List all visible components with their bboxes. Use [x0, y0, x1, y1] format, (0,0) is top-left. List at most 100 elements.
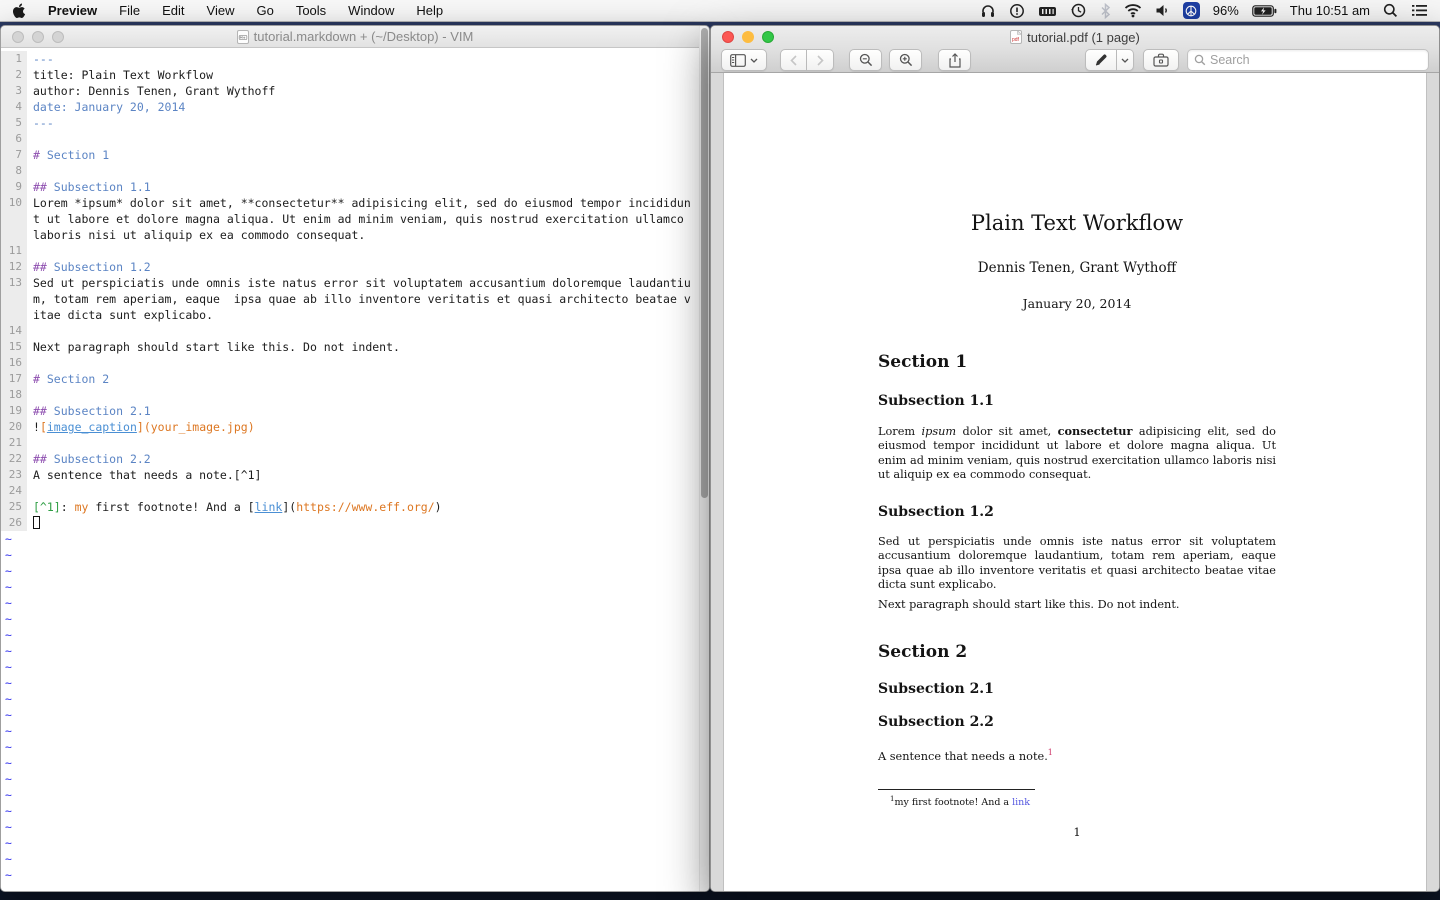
zoom-in-button[interactable]	[889, 49, 922, 71]
vim-line-number	[1, 307, 27, 323]
time-machine-icon[interactable]	[1070, 2, 1087, 19]
zoom-out-button[interactable]	[849, 49, 882, 71]
vim-scrollbar[interactable]	[699, 26, 709, 891]
back-button[interactable]	[780, 49, 807, 71]
headphones-icon[interactable]	[980, 3, 996, 19]
vim-row: 6	[1, 131, 709, 147]
minimize-button[interactable]	[32, 31, 44, 43]
alert-circle-icon[interactable]	[1009, 3, 1025, 19]
preview-title-bar[interactable]: pdf tutorial.pdf (1 page)	[711, 26, 1439, 48]
vim-row: 19## Subsection 2.1	[1, 403, 709, 419]
vim-cursor	[33, 516, 40, 529]
pdf-date: January 20, 2014	[878, 296, 1276, 311]
peace-badge-icon[interactable]	[1183, 2, 1200, 19]
volume-icon[interactable]	[1155, 3, 1170, 18]
footnote-marker[interactable]: 1	[1048, 748, 1053, 757]
share-button[interactable]	[938, 49, 971, 71]
vim-row: t ut labore et dolore magna aliqua. Ut e…	[1, 211, 709, 227]
forward-button[interactable]	[807, 49, 834, 71]
vim-row: 1---	[1, 51, 709, 67]
vim-row: 26	[1, 515, 709, 531]
menu-bar-clock[interactable]: Thu 10:51 am	[1290, 3, 1370, 18]
menu-item-help[interactable]: Help	[416, 3, 443, 18]
pdf-text-block: Plain Text Workflow Dennis Tenen, Grant …	[878, 73, 1276, 764]
vim-tilde-row: ~	[1, 531, 709, 547]
vim-line-number: 6	[1, 131, 27, 147]
menu-item-go[interactable]: Go	[256, 3, 273, 18]
vim-row: 8	[1, 163, 709, 179]
pdf-section-1: Section 1	[878, 352, 1276, 372]
vim-tilde-row: ~	[1, 675, 709, 691]
vim-line-number	[1, 291, 27, 307]
vim-line-number: 12	[1, 259, 27, 275]
wifi-icon[interactable]	[1124, 3, 1142, 18]
menu-item-view[interactable]: View	[207, 3, 235, 18]
zoom-in-icon	[899, 53, 913, 67]
footnote-link[interactable]: link	[1012, 797, 1030, 808]
pdf-authors: Dennis Tenen, Grant Wythoff	[878, 260, 1276, 276]
menu-item-edit[interactable]: Edit	[162, 3, 184, 18]
markup-pen-button[interactable]	[1085, 49, 1117, 71]
sidebar-view-button[interactable]	[721, 49, 767, 71]
vim-row: 20![image_caption](your_image.jpg)	[1, 419, 709, 435]
vim-tilde-row: ~	[1, 691, 709, 707]
markup-pen-icon	[1094, 53, 1108, 67]
vim-line-number: 22	[1, 451, 27, 467]
menu-item-preview[interactable]: Preview	[48, 3, 97, 18]
vim-tilde-row: ~	[1, 627, 709, 643]
markup-pen-dropdown[interactable]	[1117, 49, 1134, 71]
preview-window-title: tutorial.pdf (1 page)	[1027, 30, 1140, 45]
vim-line-number: 23	[1, 467, 27, 483]
menu-item-file[interactable]: File	[119, 3, 140, 18]
pdf-file-icon: pdf	[1010, 30, 1022, 44]
pdf-footnote: 1my first footnote! And a link	[878, 789, 1276, 808]
vim-line-number	[1, 211, 27, 227]
search-input[interactable]	[1210, 53, 1422, 67]
pdf-subsection-2-2: Subsection 2.2	[878, 714, 1276, 730]
vim-line-number: 24	[1, 483, 27, 499]
pdf-page[interactable]: Plain Text Workflow Dennis Tenen, Grant …	[723, 73, 1427, 891]
zoom-button[interactable]	[52, 31, 64, 43]
keyboard-icon[interactable]	[1038, 3, 1057, 19]
vim-row: 11	[1, 243, 709, 259]
vim-line-number: 20	[1, 419, 27, 435]
notification-center-icon[interactable]	[1411, 4, 1428, 17]
pdf-subsection-2-1: Subsection 2.1	[878, 681, 1276, 697]
vim-tilde-row: ~	[1, 547, 709, 563]
vim-line-number: 26	[1, 515, 27, 531]
search-icon	[1194, 54, 1206, 66]
close-button[interactable]	[12, 31, 24, 43]
markup-toolbox-icon	[1153, 53, 1169, 67]
vim-row: 18	[1, 387, 709, 403]
preview-toolbar	[711, 48, 1439, 73]
vim-row: 7# Section 1	[1, 147, 709, 163]
markup-toolbox-button[interactable]	[1143, 49, 1179, 71]
menu-item-tools[interactable]: Tools	[296, 3, 326, 18]
vim-line-number: 8	[1, 163, 27, 179]
minimize-button[interactable]	[742, 31, 754, 43]
vim-row: 3author: Dennis Tenen, Grant Wythoff	[1, 83, 709, 99]
vim-tilde-row: ~	[1, 563, 709, 579]
bluetooth-icon[interactable]	[1100, 3, 1111, 19]
vim-tilde-row: ~	[1, 611, 709, 627]
zoom-button[interactable]	[762, 31, 774, 43]
vim-row: 13Sed ut perspiciatis unde omnis iste na…	[1, 275, 709, 291]
vim-title-bar[interactable]: tutorial.markdown + (~/Desktop) - VIM	[1, 26, 709, 48]
apple-menu[interactable]	[12, 2, 26, 19]
vim-window-title: tutorial.markdown + (~/Desktop) - VIM	[254, 29, 474, 44]
spotlight-search-icon[interactable]	[1383, 3, 1398, 18]
apple-logo-icon	[12, 3, 26, 19]
vim-scrollbar-thumb[interactable]	[701, 28, 708, 498]
vim-line-number: 3	[1, 83, 27, 99]
pdf-paragraph-1: Lorem ipsum dolor sit amet, consectetur …	[878, 424, 1276, 482]
vim-row: 15Next paragraph should start like this.…	[1, 339, 709, 355]
vim-row: 24	[1, 483, 709, 499]
forward-chevron-icon	[817, 55, 824, 66]
vim-line-number: 14	[1, 323, 27, 339]
close-button[interactable]	[722, 31, 734, 43]
battery-charging-icon[interactable]	[1252, 5, 1277, 17]
vim-text-area[interactable]: 1---2title: Plain Text Workflow3author: …	[1, 48, 709, 891]
menu-item-window[interactable]: Window	[348, 3, 394, 18]
vim-row: 22## Subsection 2.2	[1, 451, 709, 467]
search-field[interactable]	[1187, 49, 1429, 71]
